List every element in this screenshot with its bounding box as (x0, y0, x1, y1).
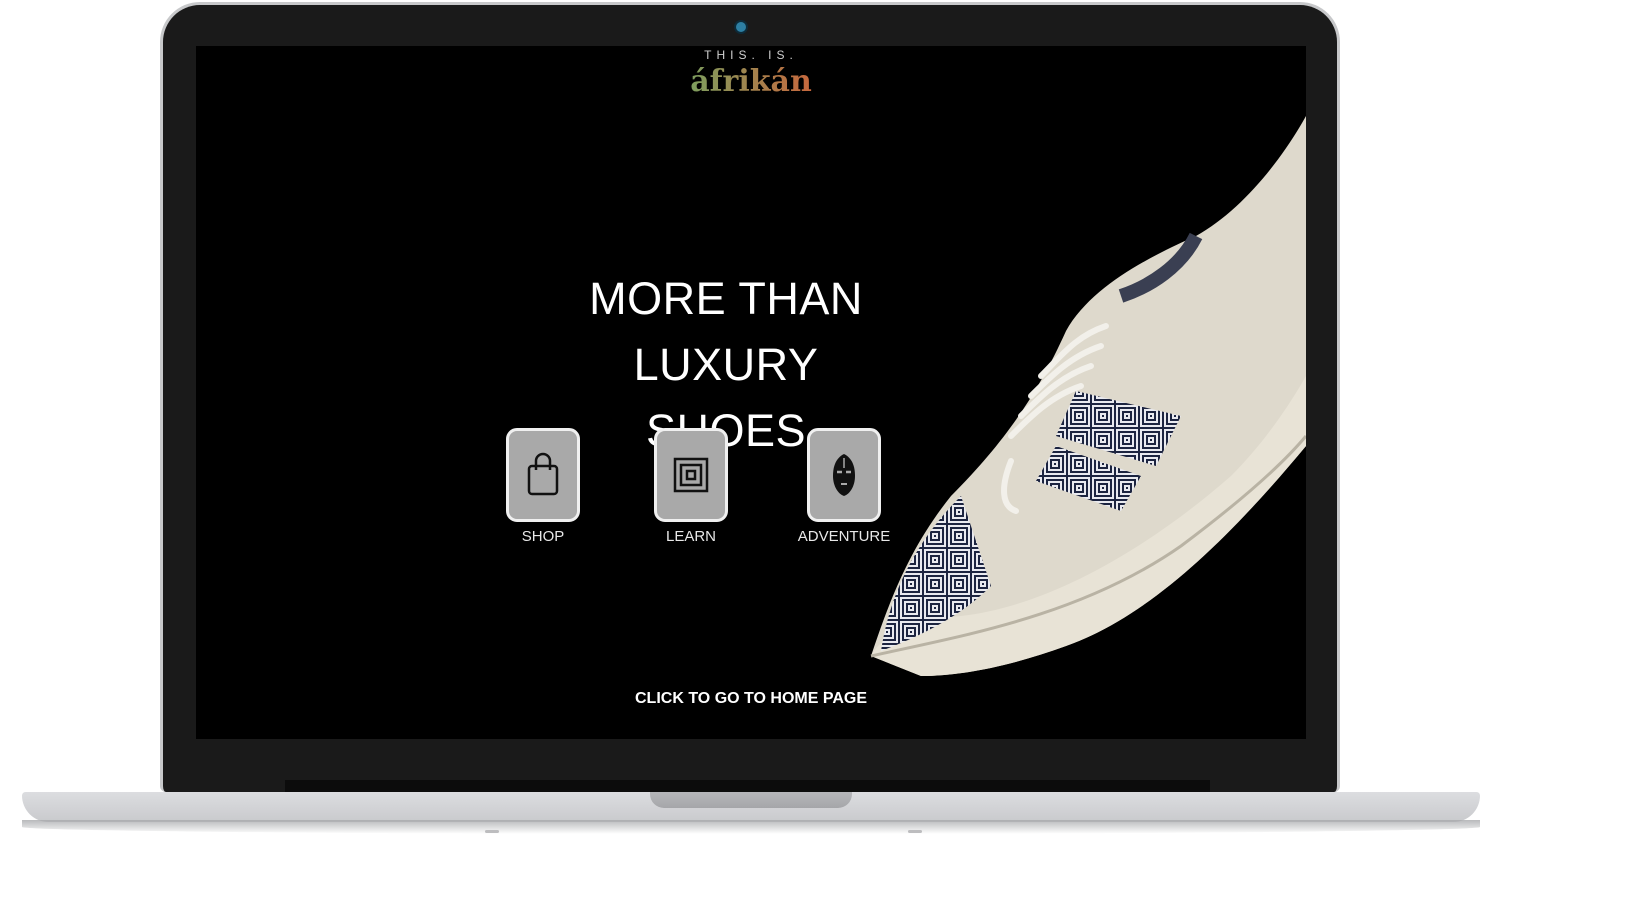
shop-button[interactable] (506, 428, 580, 522)
headline-line-1: MORE THAN LUXURY (589, 273, 863, 390)
brand-logo[interactable]: áfrikán (196, 64, 1306, 99)
learn-label[interactable]: LEARN (631, 528, 751, 545)
laptop-hinge (285, 780, 1210, 792)
laptop-foot (485, 830, 499, 833)
laptop-shadow (22, 820, 1480, 834)
screen: THIS. IS. áfrikán MORE THAN LUXURY SHOES (196, 46, 1306, 739)
camera-icon (736, 22, 746, 32)
shop-label[interactable]: SHOP (483, 528, 603, 545)
laptop-notch (650, 792, 852, 808)
learn-button[interactable] (654, 428, 728, 522)
brand-tagline: THIS. IS. (704, 48, 798, 62)
laptop-foot (908, 830, 922, 833)
home-page-link[interactable]: CLICK TO GO TO HOME PAGE (196, 690, 1306, 708)
shopping-bag-icon (527, 452, 559, 496)
adventure-button[interactable] (807, 428, 881, 522)
square-spiral-icon (673, 457, 709, 493)
tribal-mask-icon (833, 454, 855, 496)
adventure-label[interactable]: ADVENTURE (784, 528, 904, 545)
